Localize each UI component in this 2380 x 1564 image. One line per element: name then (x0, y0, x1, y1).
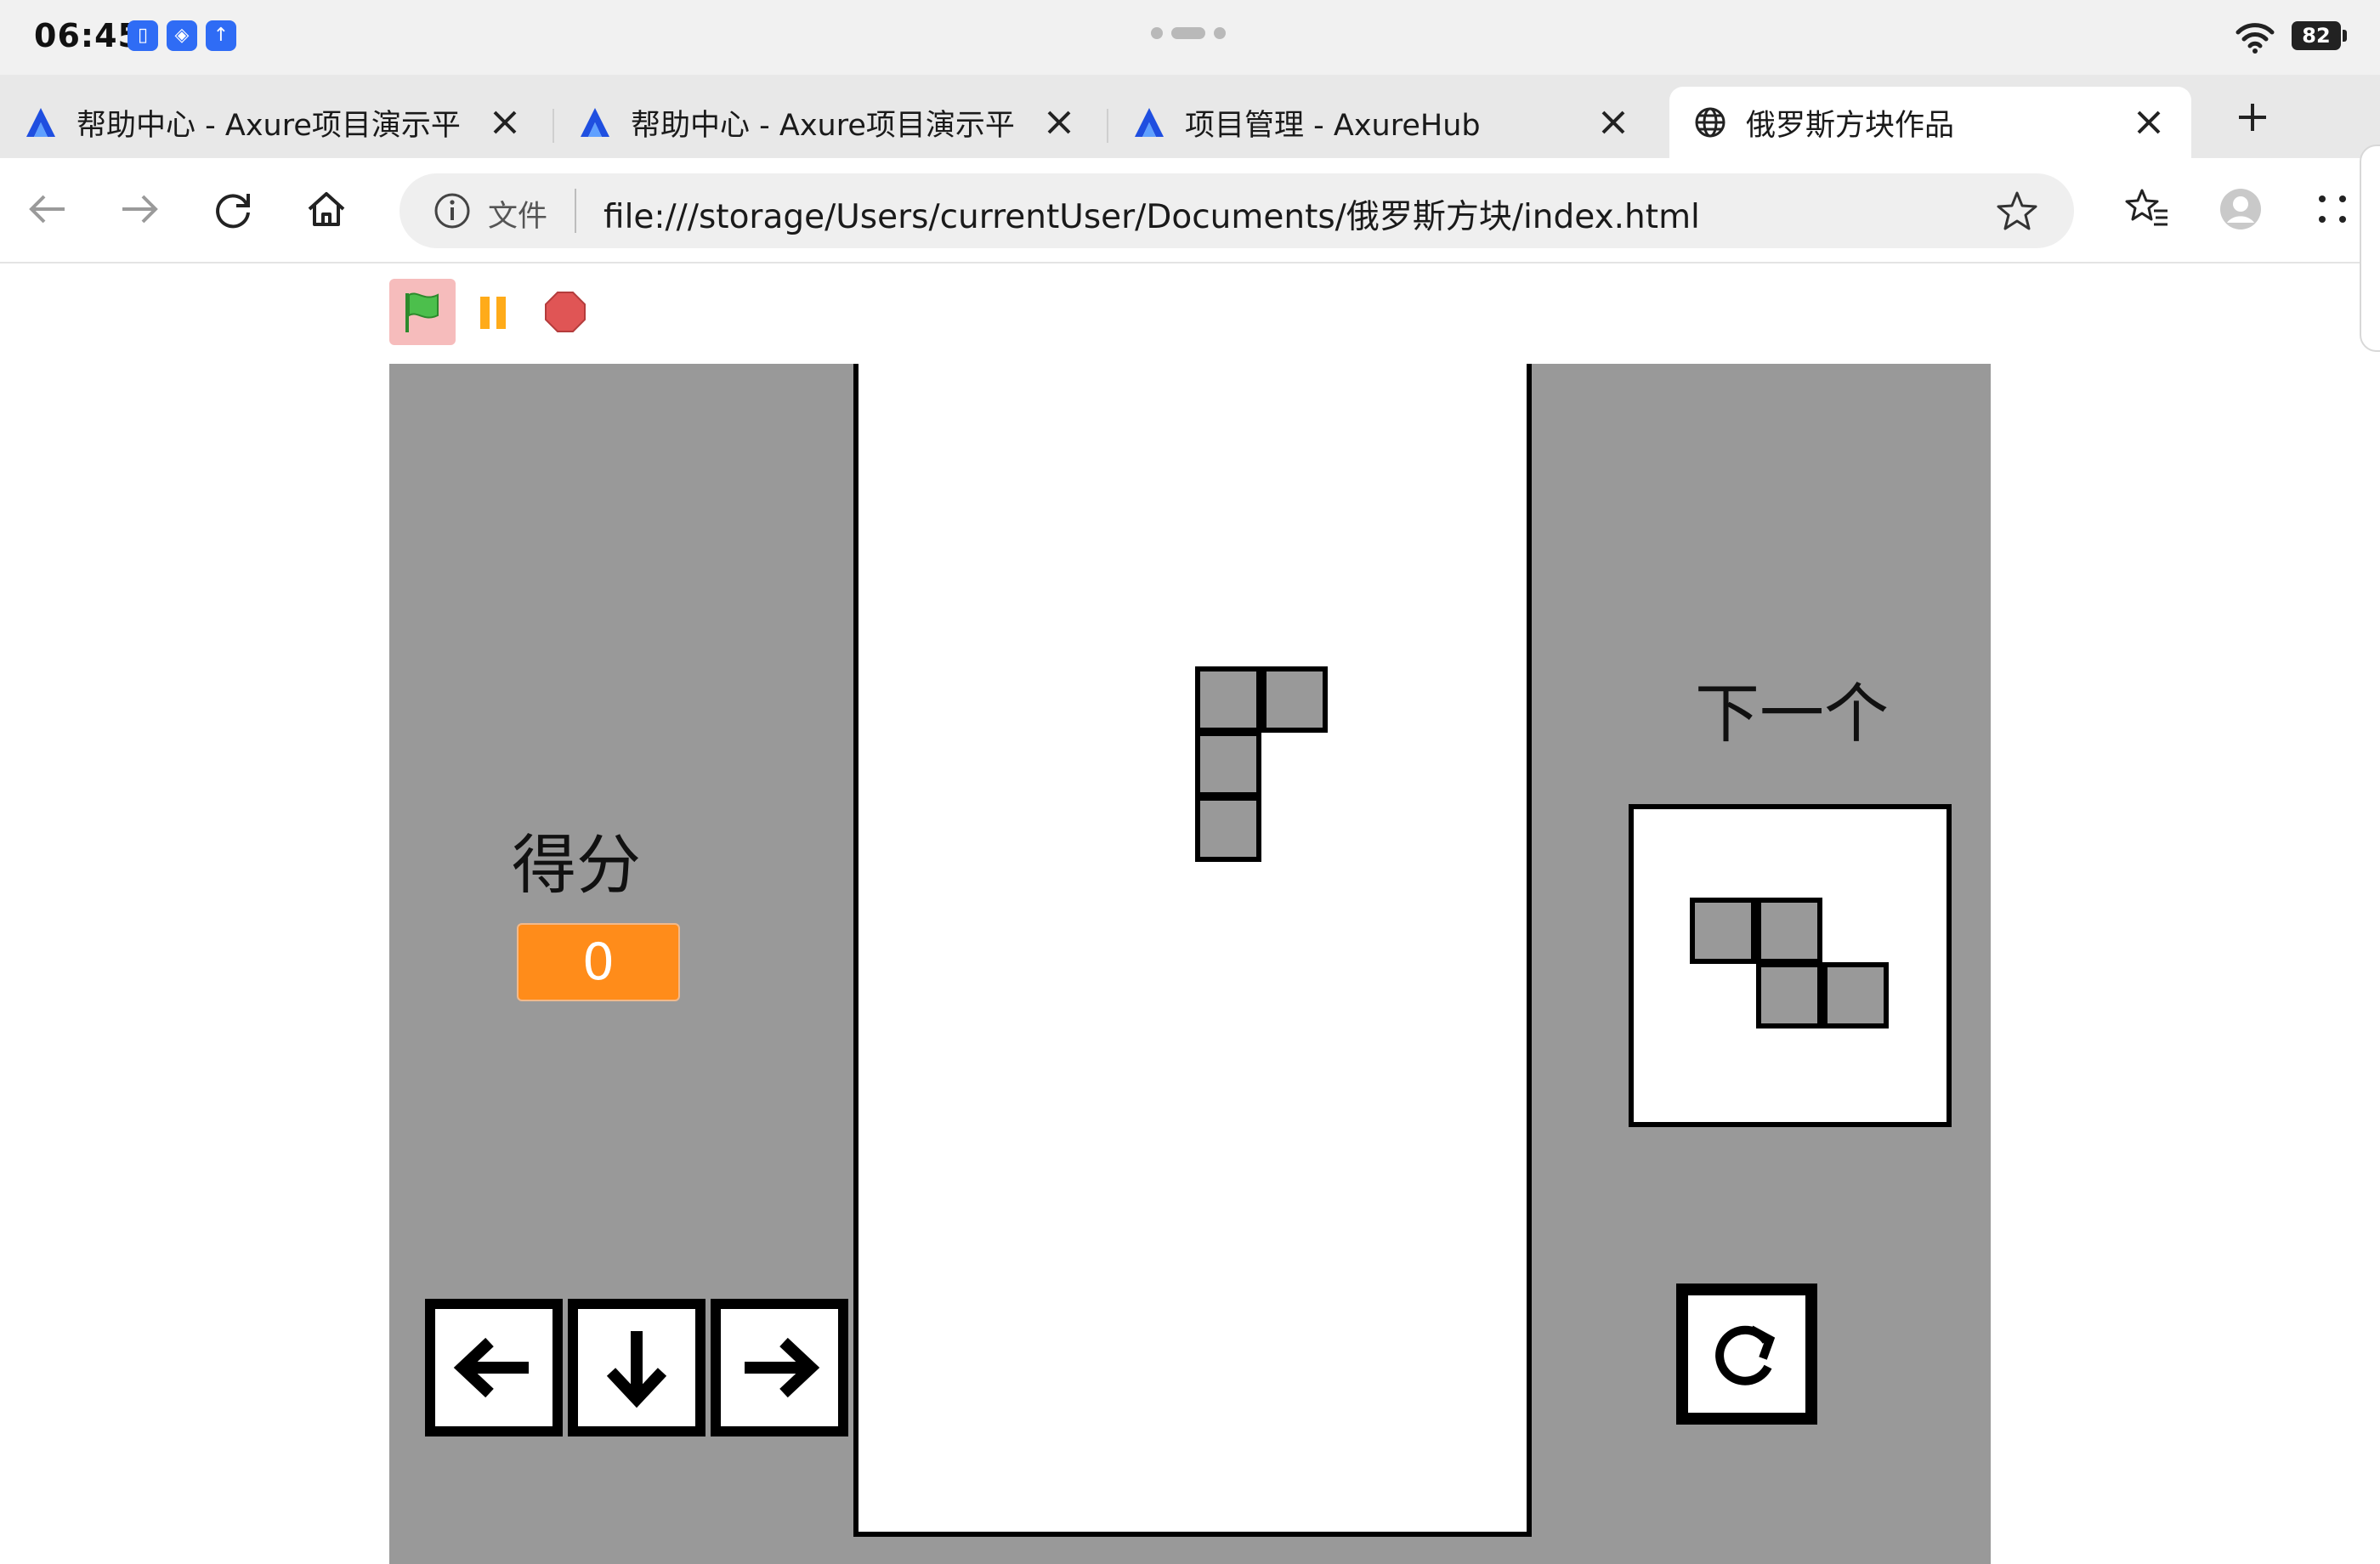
piece-block (1822, 962, 1889, 1028)
game-control-bar (389, 279, 604, 345)
close-icon[interactable] (1593, 102, 1634, 143)
axure-logo-icon (1130, 104, 1168, 141)
rotate-icon (1715, 1325, 1776, 1386)
globe-icon (1692, 104, 1729, 141)
move-right-button[interactable] (711, 1299, 848, 1436)
url-scheme-label: 文件 (488, 200, 548, 234)
back-button[interactable] (20, 182, 75, 236)
shield-icon: ◈ (167, 20, 197, 51)
next-piece-preview (1629, 804, 1952, 1127)
upload-icon: ↑ (206, 20, 236, 51)
browser-tab[interactable]: 项目管理 - AxureHub (1108, 87, 1656, 158)
mouse-icon: ▯ (128, 20, 158, 51)
piece-block (1195, 666, 1261, 733)
profile-button[interactable] (2213, 182, 2268, 236)
home-icon (308, 192, 345, 226)
battery-indicator: 82 (2292, 21, 2341, 50)
pause-icon (480, 297, 506, 329)
browser-tab[interactable]: 帮助中心 - Axure项目演示平 (554, 87, 1102, 158)
info-icon[interactable] (432, 190, 473, 231)
next-piece-label: 下一个 (1695, 676, 1889, 751)
score-value: 0 (517, 923, 680, 1001)
side-panel-handle[interactable] (2360, 144, 2380, 352)
close-icon[interactable] (2128, 102, 2169, 143)
stop-icon (545, 292, 586, 332)
favorites-button[interactable] (2120, 182, 2174, 236)
battery-tip (2343, 30, 2347, 42)
reload-icon (216, 194, 250, 229)
piece-block (1756, 898, 1822, 964)
url-text[interactable]: file:///storage/Users/currentUser/Docume… (604, 190, 1700, 238)
tab-title: 项目管理 - AxureHub (1185, 108, 1481, 143)
piece-block (1756, 962, 1822, 1028)
direction-controls (425, 1299, 853, 1436)
piece-block (1195, 731, 1261, 797)
avatar-icon (2220, 189, 2261, 230)
address-divider (575, 189, 576, 233)
stop-button[interactable] (532, 279, 598, 345)
close-icon[interactable] (1039, 102, 1080, 143)
arrow-right-icon (122, 195, 158, 224)
home-button[interactable] (299, 182, 354, 236)
axure-logo-icon (576, 104, 614, 141)
system-status-bar: 06:45 ▯ ◈ ↑ 82 (0, 0, 2380, 75)
piece-block (1195, 796, 1261, 862)
arrow-down-icon (606, 1331, 667, 1408)
more-dots-icon (2319, 196, 2346, 223)
status-time: 06:45 (34, 17, 141, 54)
arrow-right-icon (745, 1337, 820, 1398)
status-notification-icons: ▯ ◈ ↑ (128, 20, 236, 51)
new-tab-icon[interactable] (2227, 92, 2278, 143)
favorites-list-icon (2125, 189, 2168, 226)
move-left-button[interactable] (425, 1299, 563, 1436)
rotate-button[interactable] (1676, 1284, 1817, 1425)
menu-button[interactable] (2305, 182, 2360, 236)
browser-tab-active[interactable]: 俄罗斯方块作品 (1669, 87, 2191, 158)
tab-title: 帮助中心 - Axure项目演示平 (76, 108, 461, 143)
tab-title: 俄罗斯方块作品 (1746, 108, 1955, 143)
game-stage: 得分 0 下一个 (389, 364, 1991, 1564)
reload-button[interactable] (206, 182, 260, 236)
forward-button[interactable] (112, 182, 167, 236)
wifi-icon (2236, 23, 2275, 54)
star-icon[interactable] (1994, 189, 2040, 235)
start-button[interactable] (389, 279, 456, 345)
tetris-playfield[interactable] (853, 364, 1532, 1537)
tab-title: 帮助中心 - Axure项目演示平 (631, 108, 1015, 143)
close-icon[interactable] (484, 102, 525, 143)
piece-block (1261, 666, 1328, 733)
address-bar[interactable]: 文件 file:///storage/Users/currentUser/Doc… (400, 173, 2074, 248)
green-flag-icon (405, 292, 439, 332)
browser-tab-strip: 帮助中心 - Axure项目演示平 帮助中心 - Axure项目演示平 项目管理… (0, 75, 2380, 158)
move-down-button[interactable] (568, 1299, 706, 1436)
arrow-left-icon (29, 195, 65, 224)
score-label: 得分 (512, 827, 641, 903)
browser-tab[interactable]: 帮助中心 - Axure项目演示平 (0, 87, 547, 158)
arrow-left-icon (453, 1337, 529, 1398)
browser-toolbar: 文件 file:///storage/Users/currentUser/Doc… (0, 158, 2380, 264)
pause-button[interactable] (461, 279, 527, 345)
piece-block (1690, 898, 1756, 964)
axure-logo-icon (22, 104, 60, 141)
multitask-handle[interactable] (1151, 27, 1226, 39)
